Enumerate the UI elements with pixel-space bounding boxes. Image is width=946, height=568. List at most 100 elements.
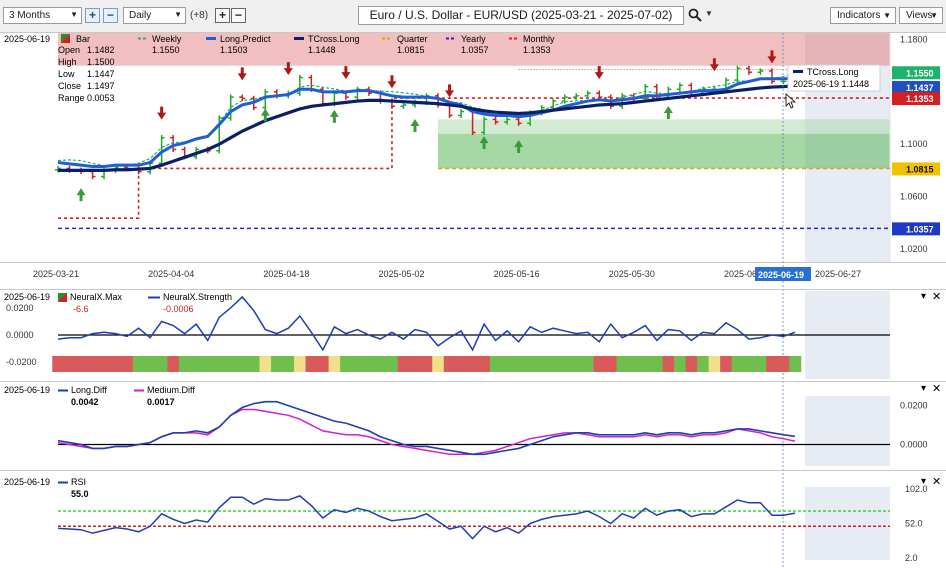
ohlc-range-label: Range [58, 93, 85, 103]
neuralx-max-bar [558, 356, 571, 372]
legend-long-diff-value: 0.0042 [71, 397, 99, 407]
neuralx-max-bar [547, 356, 560, 372]
date-axis-tick: 2025-05-30 [609, 269, 655, 279]
neuralx-max-bar [98, 356, 111, 372]
date-axis-tick: 2025-04-18 [263, 269, 309, 279]
legend-quarter-value: 1.0815 [397, 45, 425, 55]
neuralx-max-bar [52, 356, 65, 372]
ohlc-open-label: Open [58, 45, 80, 55]
ohlc-close-value: 1.1497 [87, 81, 115, 91]
neuralx-max-bar [604, 356, 618, 372]
neuralx-max-bar [754, 356, 767, 372]
neuralx-max-bar [512, 356, 525, 372]
rsi-axis-tick: 52.0 [905, 519, 923, 529]
neuralx-axis-tick: -0.0200 [6, 357, 37, 367]
legend-neuralx-max-value: -6.6 [73, 304, 89, 314]
tooltip-swatch [793, 70, 803, 73]
neuralx-max-bar [662, 356, 675, 372]
ohlc-range-value: 0.0053 [87, 93, 115, 103]
neuralx-max-bar [697, 356, 710, 372]
legend-rsi: RSI [71, 477, 86, 487]
legend-monthly: Monthly [523, 34, 555, 44]
neuralx-max-bar [708, 356, 721, 372]
rsi-future-shade [805, 487, 890, 560]
legend-tcross-long-value: 1.1448 [308, 45, 336, 55]
neuralx-close-icon[interactable]: ✕ [932, 291, 941, 303]
neuralx-max-bar [317, 356, 330, 372]
ohlc-high-value: 1.1500 [87, 57, 115, 67]
rsi-close-icon[interactable]: ✕ [932, 476, 941, 488]
neuralx-max-bar [109, 356, 122, 372]
neuralx-max-bar [639, 356, 652, 372]
legend-neuralx-strength: NeuralX.Strength [163, 292, 232, 302]
neuralx-max-bar [674, 356, 687, 372]
price-axis-tick: 1.1800 [900, 35, 928, 45]
neuralx-max-bar [363, 356, 376, 372]
neuralx-max-bar [282, 356, 295, 372]
neuralx-max-bar [328, 356, 341, 372]
price-axis-tick: 1.0600 [900, 192, 928, 202]
neuralx-max-bar [489, 356, 502, 372]
tooltip-title: TCross.Long [807, 67, 859, 77]
neuralx-max-bar [432, 356, 445, 372]
diff-axis-tick: 0.0000 [900, 440, 928, 450]
neuralx-max-bar [581, 356, 594, 372]
neuralx-max-bar [75, 356, 88, 372]
neuralx-max-bar [132, 356, 145, 372]
neuralx-max-bar [535, 356, 548, 372]
neuralx-max-bar [167, 356, 180, 372]
legend-neuralx-strength-value: -0.0006 [163, 304, 194, 314]
cursor-date-label: 2025-06-19 [758, 270, 804, 280]
legend-tcross-long: TCross.Long [308, 34, 360, 44]
diff-collapse-icon[interactable]: ▾ [921, 383, 926, 394]
neuralx-max-bar [777, 356, 790, 372]
neuralx-max-bar [86, 356, 99, 372]
rsi-collapse-icon[interactable]: ▾ [921, 476, 926, 487]
legend-monthly-value: 1.1353 [523, 45, 551, 55]
legend-yearly: Yearly [461, 34, 486, 44]
legend-rsi-value: 55.0 [71, 489, 89, 499]
date-axis-tick: 2025-03-21 [33, 269, 79, 279]
neuralx-max-bar [236, 356, 249, 372]
neuralx-max-bar [455, 356, 468, 372]
legend-medium-diff: Medium.Diff [147, 385, 195, 395]
legend-yearly-value: 1.0357 [461, 45, 489, 55]
tooltip-text: 2025-06-19 1.1448 [793, 79, 869, 89]
support-zone [438, 133, 890, 169]
legend-long-predict: Long.Predict [220, 34, 271, 44]
neuralx-max-bar [593, 356, 606, 372]
price-tag-value: 1.1550 [906, 68, 934, 78]
rsi-date-label: 2025-06-19 [4, 477, 50, 487]
neuralx-max-bar [374, 356, 387, 372]
neuralx-max-bar [570, 356, 583, 372]
main-date-label: 2025-06-19 [4, 34, 50, 44]
neuralx-max-bar [651, 356, 664, 372]
price-tag-value: 1.1437 [906, 83, 934, 93]
neuralx-max-bar [443, 356, 456, 372]
neuralx-max-bar [731, 356, 744, 372]
legend-weekly: Weekly [152, 34, 182, 44]
diff-future-shade [805, 396, 890, 466]
neuralx-collapse-icon[interactable]: ▾ [921, 291, 926, 302]
neuralx-max-bar [201, 356, 214, 372]
neuralx-max-bar [685, 356, 698, 372]
legend-quarter: Quarter [397, 34, 428, 44]
price-tag-value: 1.1353 [906, 94, 934, 104]
neuralx-max-bar [213, 356, 226, 372]
date-axis-tick: 2025-05-16 [494, 269, 540, 279]
ohlc-open-value: 1.1482 [87, 45, 115, 55]
neuralx-max-bar [144, 356, 157, 372]
rsi-axis-tick: 2.0 [905, 553, 918, 563]
ohlc-high-label: High [58, 57, 77, 67]
neuralx-max-bar [155, 356, 168, 372]
diff-close-icon[interactable]: ✕ [932, 383, 941, 395]
neuralx-max-bar [420, 356, 433, 372]
neuralx-axis-tick: 0.0200 [6, 303, 34, 313]
chart-area[interactable]: 1.18001.14001.10001.06001.02001.15501.14… [0, 0, 946, 568]
legend-long-predict-value: 1.1503 [220, 45, 248, 55]
date-axis-tick: 2025-05-02 [378, 269, 424, 279]
diff-date-label: 2025-06-19 [4, 385, 50, 395]
neuralx-max-bar [248, 356, 261, 372]
neuralx-max-bar [259, 356, 272, 372]
legend-weekly-value: 1.1550 [152, 45, 180, 55]
